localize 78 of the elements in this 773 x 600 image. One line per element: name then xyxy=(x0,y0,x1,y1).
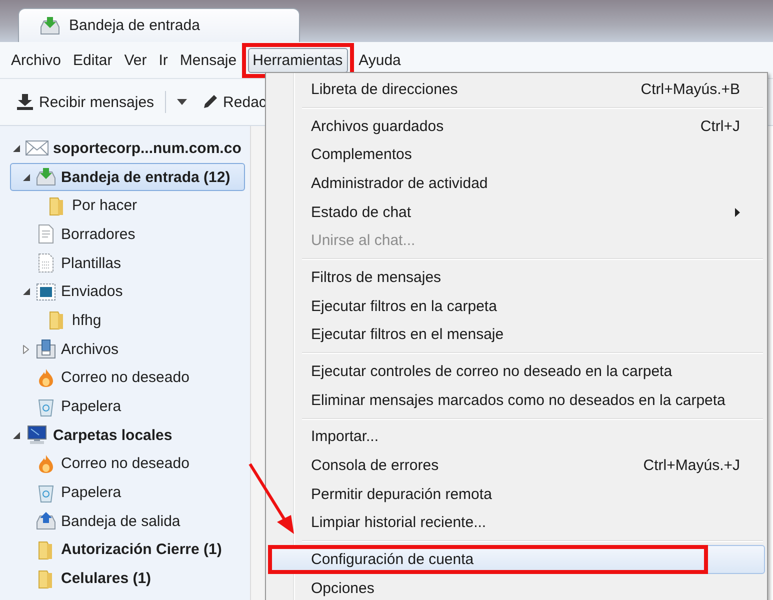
menu-item[interactable]: Ejecutar controles de correo no deseado en la carpeta xyxy=(268,357,765,386)
menu-item[interactable]: Ayuda xyxy=(354,48,406,72)
menu-item-label: Estado de chat xyxy=(311,204,412,221)
menu-item[interactable]: Consola de errores Ctrl+Mayús.+J xyxy=(268,451,765,480)
archive-icon xyxy=(35,339,57,360)
folder-item[interactable]: Plantillas xyxy=(10,248,245,278)
menu-item[interactable]: Configuración de cuenta xyxy=(268,545,765,574)
folder-item[interactable]: Bandeja de entrada (12) xyxy=(10,162,245,192)
annotation-arrow xyxy=(248,463,294,534)
folder-item[interactable]: Archivos xyxy=(10,334,245,364)
folder-item[interactable]: Carpetas locales xyxy=(10,420,245,450)
download-icon xyxy=(15,93,35,111)
menu-item[interactable]: Limpiar historial reciente... xyxy=(268,508,765,538)
menu-item-label: Consola de errores xyxy=(311,457,440,474)
folder-item[interactable]: Enviados xyxy=(10,277,245,306)
menu-item-label: Archivos guardados xyxy=(311,118,445,135)
menu-item-label: Administrador de actividad xyxy=(311,174,489,192)
folder-item[interactable]: Bandeja de salida xyxy=(10,506,245,536)
folder-item[interactable]: hfhg xyxy=(10,306,245,335)
stamp-icon xyxy=(35,282,57,302)
menu-item-label: Complementos xyxy=(311,146,413,164)
menu-item[interactable]: Ir xyxy=(154,48,173,72)
menu-item[interactable]: Herramientas xyxy=(248,48,348,72)
expanded-icon[interactable] xyxy=(12,144,20,152)
menu-item[interactable]: Administrador de actividad xyxy=(268,169,765,198)
menu-item[interactable]: Ver xyxy=(119,48,152,72)
menu-item[interactable]: Editar xyxy=(68,48,118,72)
folder-item[interactable]: Autorización Cierre (1) xyxy=(10,536,245,564)
folder-item[interactable]: soportecorp...num.com.co xyxy=(10,134,245,163)
inbox-icon xyxy=(35,167,57,188)
folder-item[interactable]: Papelera xyxy=(10,392,245,421)
menu-item[interactable]: Mensaje xyxy=(174,48,242,72)
inbox-icon xyxy=(39,16,61,36)
folder-item[interactable]: Papelera xyxy=(10,478,245,507)
menu-item[interactable]: Permitir depuración remota xyxy=(268,480,765,509)
menu-item-label: Configuración de cuenta xyxy=(311,551,475,568)
menu-item-label: Libreta de direcciones xyxy=(311,80,459,98)
folder-item[interactable]: Correo no deseado xyxy=(10,450,245,478)
menu-item-label: Ejecutar filtros en la carpeta xyxy=(311,298,498,315)
menu-item[interactable]: Filtros de mensajes xyxy=(268,263,765,292)
shortcut-label: Ctrl+J xyxy=(700,118,740,135)
menu-item[interactable]: Ejecutar filtros en el mensaje xyxy=(268,320,765,350)
computer-icon xyxy=(25,425,49,446)
pencil-icon xyxy=(201,93,220,111)
menu-item[interactable]: Archivo xyxy=(6,48,66,72)
expanded-icon[interactable] xyxy=(22,174,30,181)
outbox-icon xyxy=(35,511,57,532)
menu-item[interactable]: Archivos guardados Ctrl+J xyxy=(268,112,765,140)
menu-item[interactable]: Eliminar mensajes marcados como no deseados en la carpeta xyxy=(268,386,765,415)
menu-item-label: Ejecutar filtros en el mensaje xyxy=(311,326,505,344)
menu-item[interactable]: Complementos xyxy=(268,140,765,170)
caret-icon xyxy=(177,99,188,105)
get-messages-button[interactable]: Recibir mensajes xyxy=(12,91,158,113)
folder-item[interactable]: Correo no deseado xyxy=(10,364,245,392)
folder-item[interactable]: Por hacer xyxy=(10,191,245,220)
shortcut-label: Ctrl+Mayús.+J xyxy=(643,457,740,474)
menu-item-label: Importar... xyxy=(311,428,380,446)
menu-item[interactable]: Importar... xyxy=(268,422,765,452)
shortcut-label: Ctrl+Mayús.+B xyxy=(640,80,740,98)
menu-item[interactable]: Estado de chat xyxy=(268,198,765,226)
expanded-icon[interactable] xyxy=(22,288,30,296)
menu-item-label: Permitir depuración remota xyxy=(311,486,493,503)
compose-button[interactable]: Redac xyxy=(198,91,270,113)
menu-item[interactable]: Opciones xyxy=(268,574,765,600)
menu-item-label: Opciones xyxy=(311,580,376,597)
expanded-icon[interactable] xyxy=(12,432,20,439)
folder-item[interactable]: Celulares (1) xyxy=(10,564,245,593)
menu-item-label: Ejecutar controles de correo no deseado en la carpeta xyxy=(311,363,674,380)
menu-item-label: Filtros de mensajes xyxy=(311,268,442,286)
menu-item[interactable]: Ejecutar filtros en la carpeta xyxy=(268,292,765,320)
folder-item[interactable]: Borradores xyxy=(10,220,245,249)
envelope-icon xyxy=(25,138,49,158)
mail-tab[interactable]: Bandeja de entrada xyxy=(18,8,300,42)
menu-item-label: Limpiar historial reciente... xyxy=(311,514,488,532)
collapsed-icon[interactable] xyxy=(23,344,29,354)
menu-item-label: Unirse al chat... xyxy=(311,232,416,250)
menu-item[interactable]: Libreta de direcciones Ctrl+Mayús.+B xyxy=(268,75,765,104)
menu-item-label: Eliminar mensajes marcados como no deseados en la carpeta xyxy=(311,392,726,409)
